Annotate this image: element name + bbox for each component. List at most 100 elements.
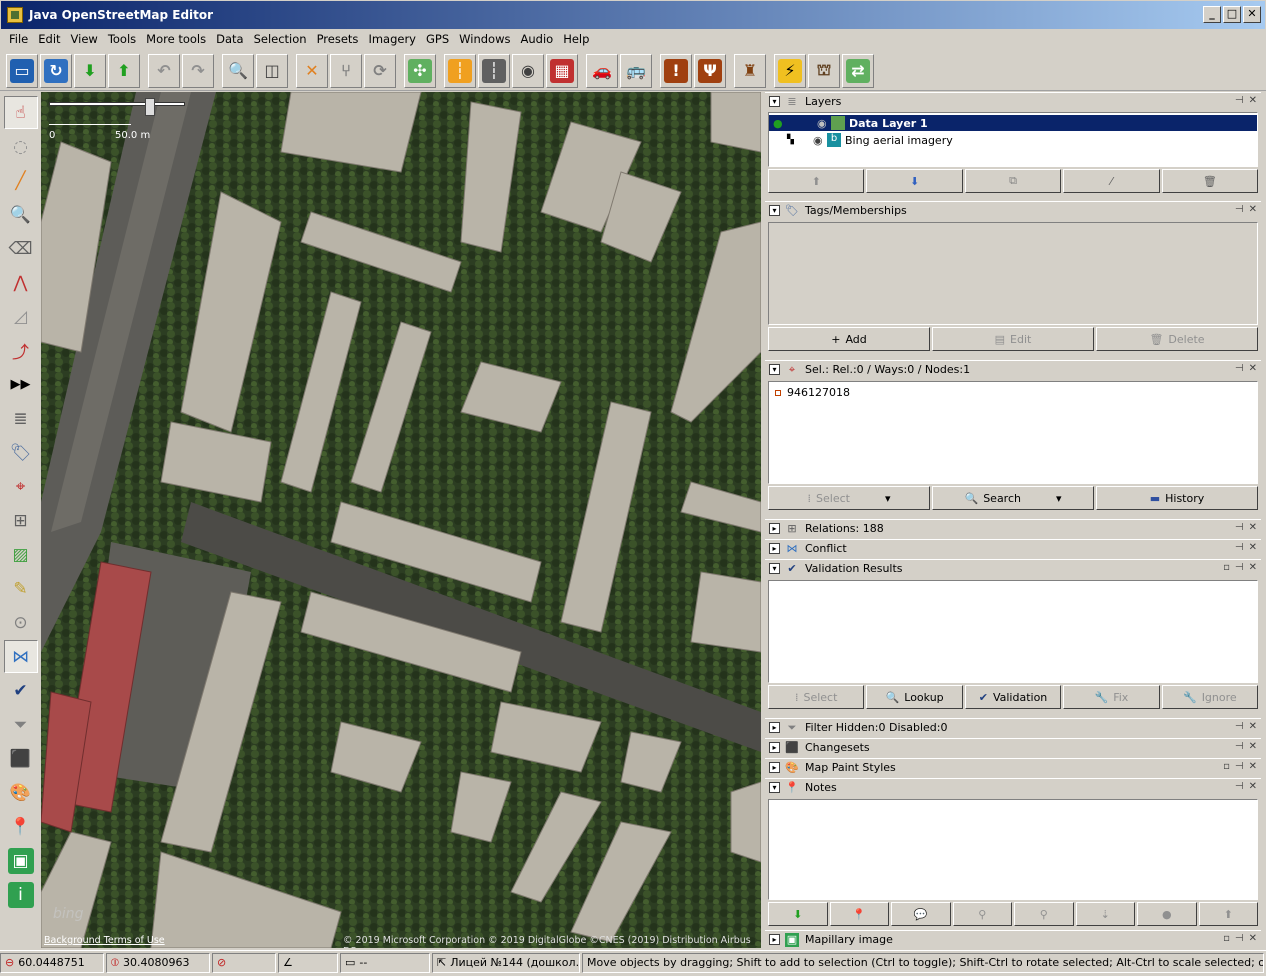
minimize-button[interactable]: _ [1203, 6, 1221, 23]
preset-traffic-button[interactable]: ◉ [512, 53, 544, 88]
open-file-button[interactable]: ▭ [6, 53, 38, 88]
validation-fix-button[interactable]: 🔧 Fix [1063, 685, 1160, 709]
notes-toggle-button[interactable]: 📍 [4, 810, 38, 843]
menu-gps[interactable]: GPS [421, 32, 454, 46]
detach-icon[interactable]: ▫ [1223, 933, 1230, 944]
pin-icon[interactable]: ⊣ [1235, 761, 1244, 772]
collapse-toggle[interactable]: ▾ [769, 782, 780, 793]
mapillary-header[interactable]: ▸ ▣ Mapillary image ▫ ⊣ ✕ [765, 930, 1261, 948]
layers-header[interactable]: ▾ ≣ Layers ⊣ ✕ [765, 92, 1261, 110]
map-paint-header[interactable]: ▸ 🎨 Map Paint Styles ▫ ⊣ ✕ [765, 758, 1261, 776]
pin-icon[interactable]: ⊣ [1235, 363, 1244, 374]
preset-castle-button[interactable]: ♜ [734, 53, 766, 88]
menu-edit[interactable]: Edit [33, 32, 65, 46]
minimap-toggle-button[interactable]: ⊙ [4, 606, 38, 639]
zoom-mode-button[interactable]: 🔍 [4, 198, 38, 231]
menu-view[interactable]: View [66, 32, 103, 46]
expand-toggle[interactable]: ▸ [769, 523, 780, 534]
notes-close-button[interactable]: ⚲ [952, 902, 1012, 926]
selection-list-toggle-button[interactable]: ⌖ [4, 470, 38, 503]
close-icon[interactable]: ✕ [1249, 95, 1257, 106]
more-modes-button[interactable]: ▶▶ [4, 368, 38, 401]
pin-icon[interactable]: ⊣ [1235, 95, 1244, 106]
tag-add-button[interactable]: + Add [768, 327, 930, 351]
preset-road-button[interactable]: ┆ [444, 53, 476, 88]
detach-icon[interactable]: ▫ [1223, 761, 1230, 772]
menu-imagery[interactable]: Imagery [363, 32, 421, 46]
toggle-button[interactable]: ◫ [256, 53, 288, 88]
pin-icon[interactable]: ⊣ [1235, 204, 1244, 215]
collapse-toggle[interactable]: ▾ [769, 205, 780, 216]
preferences-button[interactable]: 🔍 [222, 53, 254, 88]
layer-duplicate-button[interactable]: ⁄ [1063, 169, 1160, 193]
undo-button[interactable]: ↶ [148, 53, 180, 88]
layer-row[interactable]: ● ◉ Data Layer 1 [769, 115, 1257, 131]
validation-header[interactable]: ▾ ✔ Validation Results ▫ ⊣ ✕ [765, 559, 1261, 577]
menu-more-tools[interactable]: More tools [141, 32, 211, 46]
filter-header[interactable]: ▸ ⏷ Filter Hidden:0 Disabled:0 ⊣ ✕ [765, 718, 1261, 736]
layer-delete-button[interactable]: 🗑 [1161, 169, 1259, 193]
selection-search-button[interactable]: 🔍 Search ▾ [932, 486, 1094, 510]
selection-history-button[interactable]: ▬ History [1096, 486, 1258, 510]
expand-toggle[interactable]: ▸ [769, 722, 780, 733]
expand-toggle[interactable]: ▸ [769, 934, 780, 945]
collapse-toggle[interactable]: ▾ [769, 563, 780, 574]
pin-icon[interactable]: ⊣ [1235, 741, 1244, 752]
draw-mode-button[interactable]: ╱ [4, 164, 38, 197]
map-view[interactable]: 0 50.0 m bing Background Terms of Use © … [41, 92, 761, 948]
close-button[interactable]: ✕ [1243, 6, 1261, 23]
tags-toggle-button[interactable]: 🏷 [4, 436, 38, 469]
layers-toggle-button[interactable]: ≣ [4, 402, 38, 435]
dropdown-arrow-icon[interactable]: ▾ [885, 492, 891, 505]
close-icon[interactable]: ✕ [1249, 542, 1257, 553]
dropdown-arrow-icon[interactable]: ▾ [1056, 492, 1062, 505]
redo-button[interactable]: ↷ [182, 53, 214, 88]
paint-styles-toggle-button[interactable]: ✎ [4, 572, 38, 605]
imagery-toggle-button[interactable]: ▨ [4, 538, 38, 571]
pin-icon[interactable]: ⊣ [1235, 721, 1244, 732]
close-icon[interactable]: ✕ [1249, 781, 1257, 792]
pin-icon[interactable]: ⊣ [1235, 542, 1244, 553]
changesets-toggle-button[interactable]: ⬛ [4, 742, 38, 775]
preset-food-button[interactable]: Ψ [694, 53, 726, 88]
relations-toggle-button[interactable]: ⊞ [4, 504, 38, 537]
layer-move-up-button[interactable]: ⬆ [768, 169, 865, 193]
preset-industrial-button[interactable]: ⛫ [808, 53, 840, 88]
menu-presets[interactable]: Presets [312, 32, 364, 46]
filter-toggle-button[interactable]: ⏷ [4, 708, 38, 741]
layer-move-down-button[interactable]: ⬇ [866, 169, 963, 193]
pin-icon[interactable]: ⊣ [1235, 522, 1244, 533]
extrude-mode-button[interactable]: ⤴ [4, 334, 38, 367]
notes-upload-button[interactable]: ⬆ [1198, 902, 1258, 926]
notes-download-button[interactable]: ⬇ [768, 902, 828, 926]
preset-wall-button[interactable]: ▦ [546, 53, 578, 88]
reverse-way-button[interactable]: ⟳ [364, 53, 396, 88]
layer-row[interactable]: ▚ ◉ b Bing aerial imagery [769, 132, 1257, 148]
expand-toggle[interactable]: ▸ [769, 742, 780, 753]
simplify-button[interactable]: ✣ [404, 53, 436, 88]
map-paint-toggle-button[interactable]: 🎨 [4, 776, 38, 809]
menu-file[interactable]: File [4, 32, 33, 46]
maximize-button[interactable]: □ [1223, 6, 1241, 23]
validation-ignore-button[interactable]: 🔧 Ignore [1161, 685, 1259, 709]
expand-toggle[interactable]: ▸ [769, 762, 780, 773]
collapse-toggle[interactable]: ▾ [769, 364, 780, 375]
parallel-mode-button[interactable]: ◿ [4, 300, 38, 333]
expand-toggle[interactable]: ▸ [769, 543, 780, 554]
pin-icon[interactable]: ⊣ [1235, 933, 1244, 944]
preset-car-button[interactable]: 🚗 [586, 53, 618, 88]
notes-new-button[interactable]: 📍 [829, 902, 889, 926]
selection-header[interactable]: ▾ ⌖ Sel.: Rel.:0 / Ways:0 / Nodes:1 ⊣ ✕ [765, 360, 1261, 378]
validation-select-button[interactable]: ⁞ Select [768, 685, 865, 709]
preset-power-button[interactable]: ⚡ [774, 53, 806, 88]
preset-exchange-button[interactable]: ⇄ [842, 53, 874, 88]
close-icon[interactable]: ✕ [1249, 761, 1257, 772]
close-icon[interactable]: ✕ [1249, 522, 1257, 533]
split-way-button[interactable]: ⑂ [330, 53, 362, 88]
list-item[interactable]: 946127018 [775, 386, 850, 399]
zoom-slider-thumb[interactable] [145, 98, 155, 116]
select-mode-button[interactable]: ☝ [3, 96, 38, 129]
preset-track-button[interactable]: ┆ [478, 53, 510, 88]
close-icon[interactable]: ✕ [1249, 741, 1257, 752]
changesets-header[interactable]: ▸ ⬛ Changesets ⊣ ✕ [765, 738, 1261, 756]
